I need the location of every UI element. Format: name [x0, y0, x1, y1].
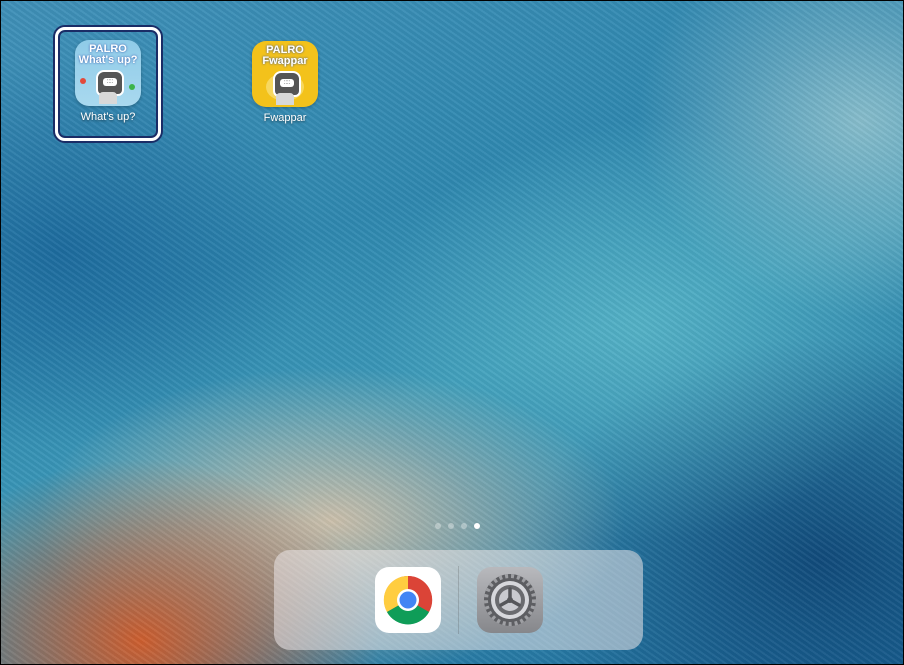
- dock-divider: [458, 566, 459, 634]
- settings-gear-icon: [484, 574, 536, 626]
- page-indicator[interactable]: [435, 523, 480, 529]
- icon-brand-text: What's up?: [78, 54, 138, 66]
- dock: [274, 550, 643, 650]
- palro-fwappar-icon: PALRO Fwappar ::::: [252, 41, 318, 107]
- app-label: What's up?: [80, 111, 136, 123]
- dock-app-settings[interactable]: [477, 567, 543, 633]
- app-label: Fwappar: [263, 112, 307, 124]
- palro-whats-up-icon: PALRO What's up? ::::: [75, 40, 141, 106]
- page-dot-current: [474, 523, 480, 529]
- app-fwappar[interactable]: PALRO Fwappar :::: Fwappar: [235, 33, 335, 125]
- chrome-icon: [383, 575, 433, 625]
- dock-app-chrome[interactable]: [375, 567, 441, 633]
- page-dot: [461, 523, 467, 529]
- page-dot: [435, 523, 441, 529]
- page-dot: [448, 523, 454, 529]
- app-whats-up[interactable]: PALRO What's up? :::: What's up?: [55, 27, 161, 141]
- home-screen: PALRO What's up? :::: What's up? PALRO F…: [0, 0, 904, 665]
- icon-brand-text: Fwappar: [262, 55, 308, 67]
